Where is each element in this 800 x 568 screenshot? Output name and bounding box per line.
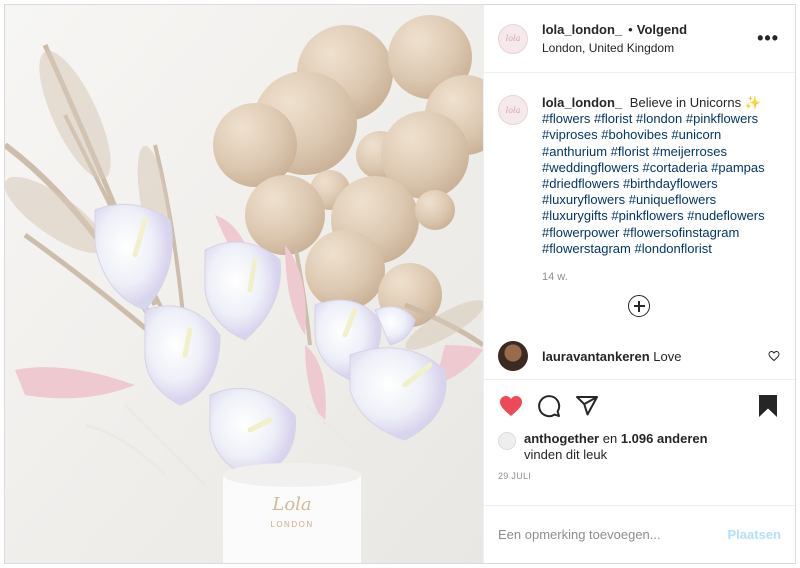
comment-input[interactable]	[498, 527, 728, 542]
separator-dot: •	[628, 22, 633, 37]
hashtag-link[interactable]: #driedflowers	[542, 176, 619, 191]
hashtag-link[interactable]: #flowers	[542, 111, 590, 126]
hashtag-link[interactable]: #bohovibes	[601, 127, 668, 142]
post-date: 29 JULI	[498, 471, 532, 481]
flower-arrangement-image: Lola LONDON	[5, 5, 483, 563]
heart-icon[interactable]	[498, 393, 524, 419]
hashtag-link[interactable]: #cortaderia	[642, 160, 707, 175]
bookmark-icon[interactable]	[755, 393, 781, 419]
hashtag-link[interactable]: #florist	[611, 144, 649, 159]
caption-time: 14 w.	[542, 271, 568, 284]
post-dialog: Lola LONDON lola lola_london_ • Volgend …	[4, 4, 796, 564]
comment-icon[interactable]	[536, 393, 562, 419]
hashtag-link[interactable]: #weddingflowers	[542, 160, 639, 175]
hashtag-link[interactable]: #flowerstagram	[542, 241, 631, 256]
hashtag-link[interactable]: #londonflorist	[635, 241, 712, 256]
hashtag-link[interactable]: #luxurygifts	[542, 208, 608, 223]
comment-text: Love	[653, 348, 682, 364]
post-comment-button[interactable]: Plaatsen	[728, 527, 781, 542]
caption: lola lola_london_ Believe in Unicorns ✨ …	[498, 95, 779, 257]
likes-conjunction: en	[602, 431, 618, 446]
comment-row: lauravantankeren Love	[498, 341, 780, 371]
hashtag-link[interactable]: #florist	[594, 111, 632, 126]
commenter-avatar[interactable]	[498, 341, 528, 371]
add-comment-bar: Plaatsen	[484, 505, 795, 563]
liker-avatar[interactable]	[498, 432, 516, 450]
more-options-icon[interactable]: •••	[757, 28, 779, 49]
hashtag-link[interactable]: #pinkflowers	[611, 208, 683, 223]
post-image[interactable]: Lola LONDON	[5, 5, 483, 563]
hashtag-link[interactable]: #meijerroses	[653, 144, 727, 159]
likes-others[interactable]: 1.096 anderen	[621, 431, 708, 446]
hashtag-link[interactable]: #viproses	[542, 127, 598, 142]
author-avatar[interactable]: lola	[498, 23, 528, 54]
hashtag-link[interactable]: #luxuryflowers	[542, 192, 625, 207]
liker-username[interactable]: anthogether	[524, 431, 599, 446]
box-logo-sub: LONDON	[270, 520, 313, 529]
add-circle-icon[interactable]	[628, 295, 650, 317]
hashtag-link[interactable]: #anthurium	[542, 144, 607, 159]
hashtag-link[interactable]: #unicorn	[671, 127, 721, 142]
hashtag-link[interactable]: #flowersofinstagram	[623, 225, 739, 240]
post-header: lola lola_london_ • Volgend London, Unit…	[484, 5, 795, 73]
heart-outline-icon[interactable]	[768, 350, 780, 362]
likes-summary: anthogether en 1.096 anderen vinden dit …	[484, 431, 795, 467]
commenter-username[interactable]: lauravantankeren	[542, 349, 650, 364]
hashtag-link[interactable]: #pampas	[711, 160, 764, 175]
hashtag-link[interactable]: #birthdayflowers	[623, 176, 718, 191]
share-icon[interactable]	[574, 393, 600, 419]
comments-area: lola lola_london_ Believe in Unicorns ✨ …	[484, 73, 795, 379]
hashtag-link[interactable]: #flowerpower	[542, 225, 619, 240]
author-username[interactable]: lola_london_	[542, 22, 622, 37]
caption-avatar[interactable]: lola	[498, 95, 528, 125]
caption-username[interactable]: lola_london_	[542, 95, 622, 110]
likes-suffix: vinden dit leuk	[524, 447, 608, 462]
hashtag-link[interactable]: #pinkflowers	[686, 111, 758, 126]
following-button[interactable]: Volgend	[637, 22, 687, 37]
caption-hashtags: #flowers #florist #london #pinkflowers #…	[542, 111, 765, 256]
hashtag-link[interactable]: #nudeflowers	[687, 208, 764, 223]
box-logo: Lola	[271, 494, 311, 515]
flower-box: Lola LONDON	[223, 463, 361, 563]
post-sidebar: lola lola_london_ • Volgend London, Unit…	[483, 5, 795, 563]
caption-text: Believe in Unicorns ✨	[629, 95, 761, 110]
hashtag-link[interactable]: #uniqueflowers	[629, 192, 716, 207]
hashtag-link[interactable]: #london	[636, 111, 682, 126]
post-location[interactable]: London, United Kingdom	[542, 41, 757, 55]
action-bar	[484, 379, 795, 431]
